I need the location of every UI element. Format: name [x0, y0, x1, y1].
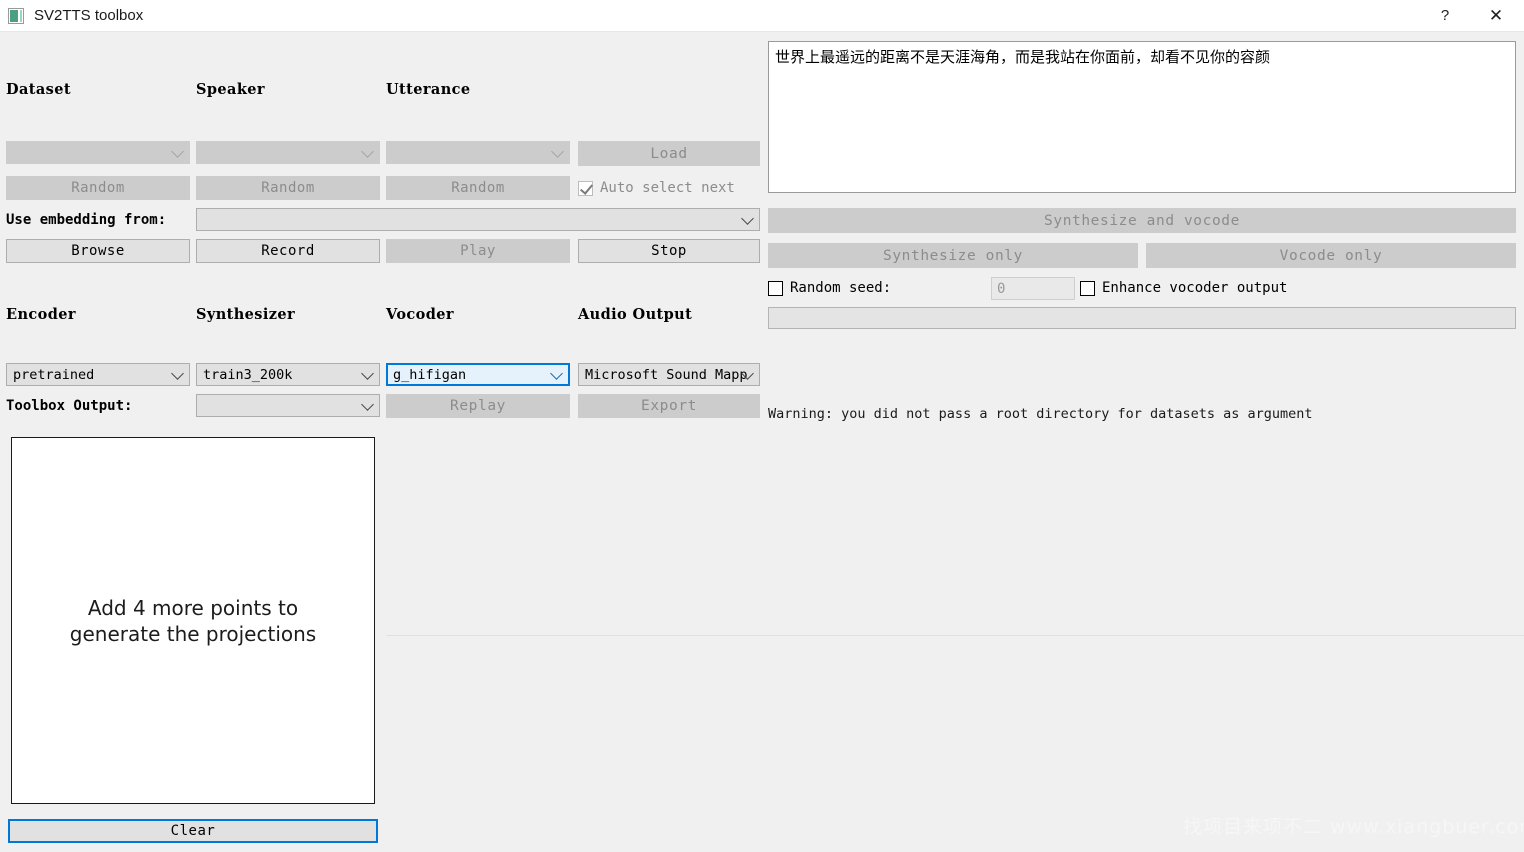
enhance-vocoder-checkbox[interactable]: Enhance vocoder output	[1080, 280, 1287, 296]
chevron-down-icon	[361, 366, 374, 380]
load-button[interactable]: Load	[578, 141, 760, 166]
titlebar: SV2TTS toolbox ? ✕	[0, 0, 1524, 32]
export-button[interactable]: Export	[578, 394, 760, 418]
chevron-down-icon	[550, 366, 563, 380]
random-seed-input[interactable]: 0	[991, 277, 1075, 300]
projection-message: Add 4 more points to generate the projec…	[69, 595, 317, 646]
random-utterance-button[interactable]: Random	[386, 176, 570, 200]
auto-select-next-label: Auto select next	[600, 180, 735, 196]
warning-message: Warning: you did not pass a root directo…	[768, 406, 1313, 422]
synthesizer-header: Synthesizer	[196, 306, 296, 323]
replay-button[interactable]: Replay	[386, 394, 570, 418]
encoder-combo-value: pretrained	[13, 366, 95, 383]
clear-button[interactable]: Clear	[8, 819, 378, 843]
umap-projection-canvas[interactable]: Add 4 more points to generate the projec…	[11, 437, 375, 804]
close-icon[interactable]: ✕	[1468, 0, 1524, 32]
chevron-down-icon	[361, 144, 374, 158]
audio-output-combo-value: Microsoft Sound Mapp	[585, 366, 748, 383]
encoder-header: Encoder	[6, 306, 76, 323]
use-embedding-label: Use embedding from:	[6, 212, 167, 228]
chevron-down-icon	[171, 144, 184, 158]
speaker-combo[interactable]	[196, 141, 380, 164]
synthesize-only-button[interactable]: Synthesize only	[768, 243, 1138, 268]
chevron-down-icon	[551, 144, 564, 158]
vocoder-header: Vocoder	[386, 306, 454, 323]
random-seed-label: Random seed:	[790, 280, 892, 296]
utterance-header: Utterance	[386, 81, 471, 98]
chevron-down-icon	[171, 366, 184, 380]
record-button[interactable]: Record	[196, 239, 380, 263]
utterance-combo[interactable]	[386, 141, 570, 164]
audio-output-combo[interactable]: Microsoft Sound Mapp	[578, 363, 760, 386]
enhance-vocoder-label: Enhance vocoder output	[1102, 280, 1288, 296]
synthesize-and-vocode-button[interactable]: Synthesize and vocode	[768, 208, 1516, 233]
audio-output-header: Audio Output	[578, 306, 693, 323]
vocode-only-button[interactable]: Vocode only	[1146, 243, 1516, 268]
encoder-combo[interactable]: pretrained	[6, 363, 190, 386]
browse-button[interactable]: Browse	[6, 239, 190, 263]
panel-divider	[386, 635, 1524, 636]
stop-button[interactable]: Stop	[578, 239, 760, 263]
embedding-source-combo[interactable]	[196, 208, 760, 231]
toolbox-output-label: Toolbox Output:	[6, 398, 133, 414]
random-seed-checkbox[interactable]: Random seed:	[768, 280, 891, 296]
toolbox-output-combo[interactable]	[196, 394, 380, 417]
random-speaker-button[interactable]: Random	[196, 176, 380, 200]
chevron-down-icon	[361, 397, 374, 411]
checkbox-box	[1080, 280, 1095, 296]
checkbox-box	[768, 280, 783, 296]
checkbox-box	[578, 180, 593, 196]
app-icon	[8, 7, 24, 24]
generation-progress-bar	[768, 307, 1516, 329]
auto-select-next-checkbox[interactable]: Auto select next	[578, 180, 735, 196]
window-controls: ? ✕	[1422, 0, 1524, 32]
dataset-combo[interactable]	[6, 141, 190, 164]
dataset-header: Dataset	[6, 81, 71, 98]
synthesizer-combo-value: train3_200k	[203, 366, 293, 383]
vocoder-combo-value: g_hifigan	[393, 366, 467, 383]
vocoder-combo[interactable]: g_hifigan	[386, 363, 570, 386]
text-input-editor[interactable]: 世界上最遥远的距离不是天涯海角，而是我站在你面前，却看不见你的容颜	[768, 41, 1516, 193]
synthesizer-combo[interactable]: train3_200k	[196, 363, 380, 386]
speaker-header: Speaker	[196, 81, 265, 98]
help-button[interactable]: ?	[1422, 0, 1468, 32]
random-dataset-button[interactable]: Random	[6, 176, 190, 200]
app-window: SV2TTS toolbox ? ✕ Dataset Speaker Utter…	[0, 0, 1524, 852]
window-title: SV2TTS toolbox	[34, 7, 144, 24]
chevron-down-icon	[741, 211, 754, 225]
site-watermark: 找项目来项不二 www.xiangbuer.com	[1183, 816, 1524, 838]
play-button[interactable]: Play	[386, 239, 570, 263]
